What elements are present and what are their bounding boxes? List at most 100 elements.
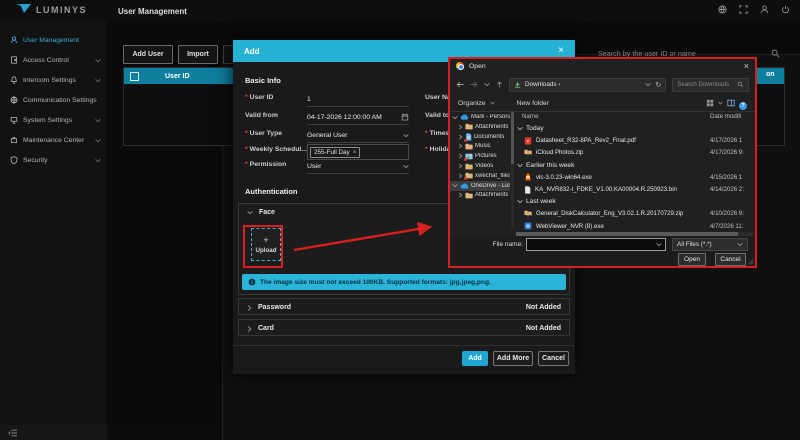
search-icon[interactable] bbox=[771, 49, 780, 58]
dialog-cancel-button[interactable]: Cancel bbox=[715, 253, 746, 266]
add-button[interactable]: Add bbox=[462, 351, 488, 366]
pic-icon bbox=[465, 153, 473, 160]
sidebar-item-label: System Settings bbox=[23, 117, 90, 124]
tree-item-documents[interactable]: Documents bbox=[450, 132, 510, 142]
globe-icon[interactable] bbox=[718, 5, 727, 14]
tree-item-mark-personal[interactable]: Mark - Personal bbox=[450, 112, 510, 122]
sidebar-item-label: Maintenance Center bbox=[23, 137, 90, 144]
tree-item-label: Attachments bbox=[475, 192, 508, 198]
permission-input[interactable]: User bbox=[307, 159, 409, 174]
file-name: WebViewer_NVR (8).exe bbox=[536, 223, 604, 230]
user-account-icon[interactable] bbox=[760, 5, 769, 14]
sidebar-item-communication-settings[interactable]: Communication Settings bbox=[0, 90, 107, 110]
address-dropdown-icon[interactable] bbox=[645, 82, 651, 87]
file-list-hscrollbar[interactable] bbox=[516, 232, 753, 236]
chevron-right-icon[interactable] bbox=[458, 143, 463, 149]
close-icon[interactable]: × bbox=[558, 46, 564, 56]
up-icon[interactable] bbox=[496, 81, 503, 88]
group-row-last-week[interactable]: Last week bbox=[516, 196, 751, 208]
file-row[interactable]: KA_NVR832-I_FDKE_V1.00.KA00004.R.250923.… bbox=[516, 184, 751, 196]
sidebar-item-system-settings[interactable]: System Settings bbox=[0, 110, 107, 130]
help-icon[interactable]: ? bbox=[739, 94, 747, 112]
chevron-right-icon bbox=[247, 326, 252, 332]
group-row-earlier-this-week[interactable]: Earlier this week bbox=[516, 159, 751, 171]
add-more-button[interactable]: Add More bbox=[493, 351, 533, 366]
chevron-down-icon bbox=[517, 126, 523, 131]
address-bar[interactable]: Downloads › ↻ bbox=[509, 78, 666, 92]
sidebar-item-access-control[interactable]: Access Control bbox=[0, 50, 107, 70]
col-date-modified[interactable]: Date modifi bbox=[710, 113, 741, 120]
vlc-file-icon bbox=[524, 173, 532, 181]
required-marker: * bbox=[425, 130, 428, 137]
brand-name: LUMINYS bbox=[36, 5, 87, 15]
tree-item-music[interactable]: Music bbox=[450, 141, 510, 151]
sidebar-item-intercom-settings[interactable]: Intercom Settings bbox=[0, 70, 107, 90]
chevron-down-icon[interactable] bbox=[403, 164, 409, 169]
tree-item-onedrive-lum[interactable]: OneDrive - Lum bbox=[450, 181, 510, 191]
image-size-banner: The image size must not exceed 100KB. Su… bbox=[242, 274, 566, 290]
close-icon[interactable]: × bbox=[744, 61, 749, 71]
power-icon[interactable] bbox=[781, 5, 790, 14]
refresh-icon[interactable]: ↻ bbox=[655, 81, 661, 89]
downloads-icon bbox=[514, 81, 521, 88]
sidebar-item-user-management[interactable]: User Management bbox=[0, 30, 107, 50]
import-button[interactable]: Import bbox=[178, 45, 218, 64]
organize-menu[interactable]: Organize bbox=[458, 100, 486, 107]
file-row[interactable]: General_DiskCalculator_Eng_V3.02.1.R.201… bbox=[516, 208, 751, 220]
back-icon[interactable] bbox=[456, 81, 464, 88]
fullscreen-icon[interactable] bbox=[739, 5, 748, 14]
file-row[interactable]: iCloud Photos.zip4/17/2026 9: bbox=[516, 147, 751, 159]
tree-item-videos[interactable]: Videos bbox=[450, 161, 510, 171]
file-type-select[interactable]: All Files (*.*) bbox=[672, 238, 748, 251]
chevron-right-icon[interactable] bbox=[458, 153, 463, 159]
select-all-checkbox[interactable] bbox=[130, 72, 139, 81]
chevron-down-icon[interactable] bbox=[718, 101, 723, 105]
password-accordion-header[interactable]: Password Not Added bbox=[239, 299, 569, 316]
sidebar-item-maintenance-center[interactable]: Maintenance Center bbox=[0, 130, 107, 150]
file-dialog-footer: File name: All Files (*.*) Open Cancel bbox=[450, 237, 755, 266]
group-row-today[interactable]: Today bbox=[516, 123, 751, 135]
preview-pane-icon[interactable] bbox=[727, 99, 735, 107]
password-accordion-label: Password bbox=[258, 304, 520, 311]
tree-item-attachments[interactable]: Attachments bbox=[450, 190, 510, 200]
file-dialog-toolbar: Organize New folder ? bbox=[450, 96, 755, 110]
tree-item-xwechat-files[interactable]: xwechat_files bbox=[450, 171, 510, 181]
chevron-right-icon[interactable] bbox=[458, 173, 463, 179]
col-name[interactable]: Name bbox=[522, 113, 539, 120]
chevron-down-icon[interactable] bbox=[656, 242, 662, 247]
forward-icon[interactable] bbox=[470, 81, 478, 88]
chevron-right-icon[interactable] bbox=[458, 192, 463, 198]
file-row[interactable]: WebViewer_NVR (8).exe4/7/2026 11: bbox=[516, 220, 751, 231]
col-user-id: User ID bbox=[165, 73, 190, 80]
chevron-down-icon[interactable] bbox=[452, 183, 458, 188]
card-accordion-header[interactable]: Card Not Added bbox=[239, 320, 569, 337]
cloud-icon bbox=[460, 114, 469, 120]
chevron-right-icon[interactable] bbox=[458, 124, 463, 130]
open-button[interactable]: Open bbox=[678, 253, 706, 266]
file-name-input[interactable] bbox=[526, 238, 666, 251]
collapse-sidebar-icon[interactable] bbox=[8, 429, 18, 437]
view-mode-icon[interactable] bbox=[706, 99, 714, 107]
banner-text: The image size must not exceed 100KB. Su… bbox=[260, 279, 491, 286]
tree-item-pictures[interactable]: Pictures bbox=[450, 151, 510, 161]
file-row[interactable]: PDatasheet_R32-8PA_Rev2_Final.pdf4/17/20… bbox=[516, 135, 751, 147]
sidebar-item-label: Access Control bbox=[23, 57, 90, 64]
sidebar-item-security[interactable]: Security bbox=[0, 150, 107, 170]
modal-footer-divider bbox=[233, 345, 575, 346]
recent-locations-icon[interactable] bbox=[484, 82, 490, 87]
required-marker: * bbox=[425, 146, 428, 153]
new-folder-button[interactable]: New folder bbox=[517, 100, 550, 107]
chevron-down-icon bbox=[517, 163, 523, 168]
resize-grip-icon[interactable] bbox=[748, 259, 754, 265]
cancel-button[interactable]: Cancel bbox=[538, 351, 569, 366]
chevron-down-icon[interactable] bbox=[452, 115, 458, 120]
tree-scrollbar[interactable] bbox=[511, 112, 514, 229]
file-dialog-search-input[interactable]: Search Downloads bbox=[672, 78, 749, 92]
chevron-right-icon[interactable] bbox=[458, 163, 463, 169]
file-row[interactable]: vlc-3.0.23-win64.exe4/15/2026 1 bbox=[516, 171, 751, 183]
chevron-right-icon[interactable] bbox=[458, 134, 463, 140]
tree-item-attachments[interactable]: Attachments bbox=[450, 122, 510, 132]
add-user-button[interactable]: Add User bbox=[123, 45, 173, 64]
folder-tree: Mark - PersonalAttachmentsDocumentsMusic… bbox=[450, 112, 510, 229]
address-location: Downloads › bbox=[525, 81, 641, 88]
